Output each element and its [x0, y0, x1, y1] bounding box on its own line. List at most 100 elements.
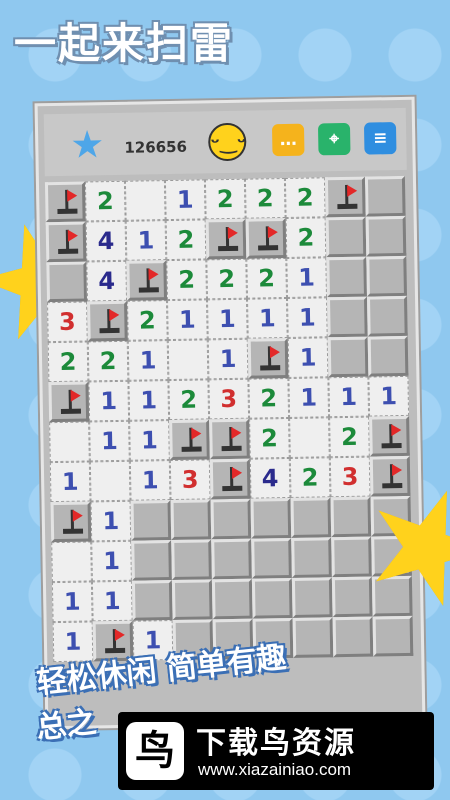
- number-cell[interactable]: 2: [249, 417, 290, 459]
- number-cell[interactable]: 2: [87, 340, 129, 382]
- flagged-cell[interactable]: [245, 217, 287, 259]
- number-cell[interactable]: 1: [91, 580, 133, 622]
- closed-cell[interactable]: [170, 499, 212, 541]
- number-cell[interactable]: 2: [166, 259, 208, 301]
- number-cell[interactable]: 2: [289, 457, 331, 498]
- flagged-cell[interactable]: [169, 419, 210, 461]
- flagged-cell[interactable]: [247, 337, 289, 379]
- closed-cell[interactable]: [211, 578, 253, 620]
- closed-cell[interactable]: [46, 261, 88, 303]
- map-button[interactable]: ⌖: [317, 122, 351, 156]
- closed-cell[interactable]: [366, 295, 408, 337]
- closed-cell[interactable]: [327, 336, 369, 378]
- number-cell[interactable]: 1: [129, 420, 170, 461]
- number-cell[interactable]: 4: [249, 457, 291, 499]
- number-cell[interactable]: 1: [91, 540, 132, 582]
- number-cell[interactable]: 1: [90, 500, 132, 542]
- number-cell[interactable]: 2: [204, 178, 246, 220]
- number-cell[interactable]: 1: [288, 377, 330, 418]
- number-cell[interactable]: 2: [244, 178, 286, 219]
- closed-cell[interactable]: [250, 497, 292, 539]
- number-cell[interactable]: 4: [86, 260, 128, 302]
- flagged-cell[interactable]: [44, 181, 86, 223]
- number-cell[interactable]: 3: [47, 301, 88, 343]
- number-cell[interactable]: 2: [329, 416, 370, 458]
- empty-cell[interactable]: [167, 339, 209, 381]
- number-cell[interactable]: 3: [329, 456, 371, 498]
- number-cell[interactable]: 1: [328, 376, 370, 418]
- number-cell[interactable]: 2: [168, 379, 210, 421]
- chat-button[interactable]: …: [271, 123, 305, 157]
- number-cell[interactable]: 2: [84, 180, 126, 222]
- number-cell[interactable]: 1: [287, 337, 329, 378]
- flagged-cell[interactable]: [209, 458, 251, 500]
- flagged-cell[interactable]: [205, 218, 247, 260]
- number-cell[interactable]: 1: [167, 299, 208, 341]
- closed-cell[interactable]: [364, 175, 406, 217]
- number-cell[interactable]: 1: [207, 338, 249, 380]
- closed-cell[interactable]: [291, 537, 332, 578]
- cell-number: 2: [96, 187, 114, 216]
- number-cell[interactable]: 1: [247, 297, 288, 339]
- closed-cell[interactable]: [211, 538, 252, 580]
- flagged-cell[interactable]: [45, 221, 87, 263]
- number-cell[interactable]: 3: [208, 378, 250, 420]
- closed-cell[interactable]: [325, 216, 367, 258]
- empty-cell[interactable]: [124, 180, 166, 221]
- closed-cell[interactable]: [367, 335, 409, 377]
- number-cell[interactable]: 2: [285, 217, 327, 258]
- number-cell[interactable]: 2: [248, 377, 290, 419]
- number-cell[interactable]: 2: [127, 300, 168, 341]
- number-cell[interactable]: 4: [85, 220, 127, 262]
- number-cell[interactable]: 1: [207, 298, 248, 340]
- number-cell[interactable]: 1: [125, 220, 167, 261]
- empty-cell[interactable]: [51, 541, 92, 583]
- empty-cell[interactable]: [289, 417, 330, 458]
- number-cell[interactable]: 2: [47, 341, 89, 383]
- closed-cell[interactable]: [251, 537, 292, 579]
- flagged-cell[interactable]: [324, 176, 366, 218]
- number-cell[interactable]: 1: [89, 420, 130, 462]
- menu-button[interactable]: ≡: [363, 122, 397, 155]
- closed-cell[interactable]: [171, 539, 212, 581]
- closed-cell[interactable]: [210, 498, 252, 540]
- flagged-cell[interactable]: [87, 300, 128, 342]
- number-cell[interactable]: 1: [51, 581, 93, 623]
- number-cell[interactable]: 1: [128, 380, 170, 421]
- closed-cell[interactable]: [251, 577, 293, 619]
- cell-number: 2: [301, 463, 319, 492]
- number-cell[interactable]: 1: [368, 375, 410, 417]
- closed-cell[interactable]: [291, 577, 333, 618]
- closed-cell[interactable]: [171, 579, 213, 621]
- number-cell[interactable]: 2: [165, 219, 207, 261]
- number-cell[interactable]: 1: [88, 380, 130, 422]
- number-cell[interactable]: 1: [164, 179, 206, 221]
- smiley-reset-button[interactable]: ᵕ‿ᵕ: [207, 122, 247, 162]
- closed-cell[interactable]: [131, 540, 172, 581]
- number-cell[interactable]: 2: [206, 258, 248, 300]
- cell-number: 1: [100, 386, 118, 416]
- closed-cell[interactable]: [326, 296, 368, 338]
- flagged-cell[interactable]: [209, 418, 250, 460]
- closed-cell[interactable]: [130, 500, 172, 541]
- number-cell[interactable]: 1: [129, 460, 171, 501]
- flagged-cell[interactable]: [48, 381, 90, 423]
- number-cell[interactable]: 2: [246, 257, 288, 299]
- empty-cell[interactable]: [49, 421, 90, 463]
- closed-cell[interactable]: [290, 497, 332, 538]
- number-cell[interactable]: 2: [284, 177, 326, 218]
- closed-cell[interactable]: [332, 616, 374, 658]
- closed-cell[interactable]: [366, 255, 407, 297]
- closed-cell[interactable]: [131, 580, 173, 621]
- number-cell[interactable]: 1: [49, 461, 91, 503]
- closed-cell[interactable]: [326, 256, 367, 298]
- flagged-cell[interactable]: [50, 501, 92, 543]
- number-cell[interactable]: 1: [287, 297, 328, 338]
- closed-cell[interactable]: [292, 617, 334, 658]
- empty-cell[interactable]: [89, 460, 131, 502]
- number-cell[interactable]: 1: [127, 340, 169, 381]
- number-cell[interactable]: 1: [286, 257, 327, 298]
- flagged-cell[interactable]: [126, 260, 168, 301]
- number-cell[interactable]: 3: [169, 459, 211, 501]
- closed-cell[interactable]: [365, 215, 407, 257]
